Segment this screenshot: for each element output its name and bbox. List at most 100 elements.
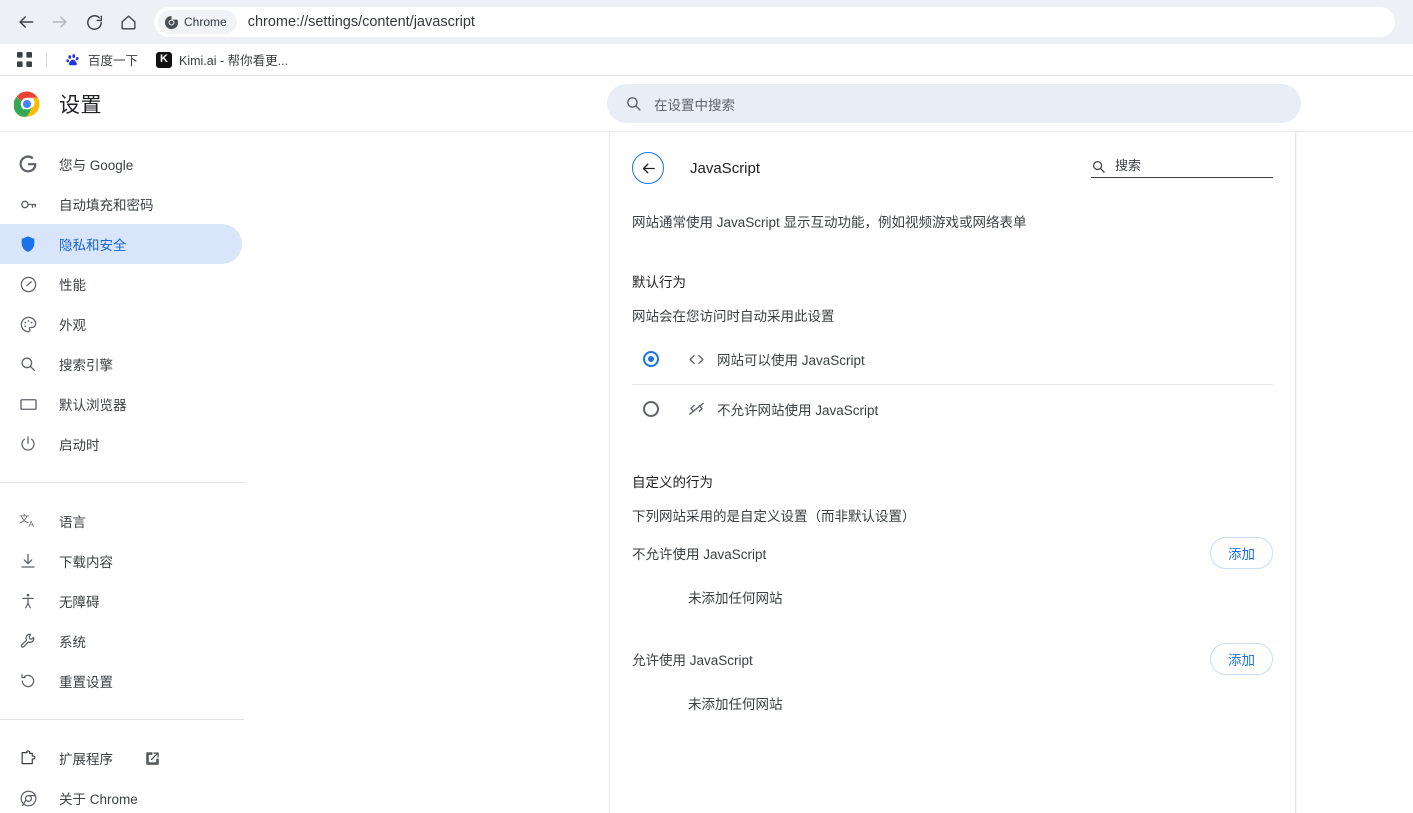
radio-option-block-javascript[interactable]: 不允许网站使用 JavaScript [632, 383, 1273, 433]
sidebar-item-label: 搜索引擎 [59, 358, 113, 373]
wrench-icon [18, 631, 38, 651]
chrome-icon [164, 15, 179, 29]
settings-body: 您与 Google 自动填充和密码 隐私和安全 性能 外观 搜索引擎 默认浏览器… [0, 132, 1413, 813]
sidebar-item-label: 自动填充和密码 [59, 198, 154, 213]
bookmark-label: 百度一下 [88, 54, 139, 68]
exception-empty-text: 未添加任何网站 [688, 696, 783, 712]
sidebar-item-label: 语言 [59, 515, 86, 530]
sidebar-item-label: 扩展程序 [59, 752, 113, 767]
settings-search-input[interactable]: 在设置中搜索 [607, 84, 1301, 123]
radio-button[interactable] [643, 351, 659, 368]
forward-button[interactable] [44, 6, 76, 38]
browser-window-icon [18, 394, 38, 414]
sidebar-item-extensions[interactable]: 扩展程序 [0, 738, 242, 778]
bookmark-item[interactable]: 百度一下 [57, 48, 146, 72]
default-behavior-radio-group: 网站可以使用 JavaScript 不允许网站使用 JavaScript [632, 335, 1273, 433]
exception-group-title: 允许使用 JavaScript [632, 652, 753, 668]
kimi-favicon: K [156, 51, 173, 68]
code-icon [686, 349, 706, 369]
panel-title: JavaScript [690, 159, 761, 177]
panel-search-input[interactable]: 搜索 [1091, 158, 1273, 178]
palette-icon [18, 314, 38, 334]
sidebar-divider [0, 482, 244, 483]
sidebar-item-label: 性能 [59, 278, 86, 293]
kimi-favicon-letter: K [160, 53, 168, 65]
settings-header: 设置 在设置中搜索 [0, 76, 1413, 132]
default-behavior-heading: 默认行为 [632, 274, 686, 290]
chrome-outline-icon [18, 788, 38, 808]
back-arrow-icon [19, 16, 34, 28]
settings-content: JavaScript 搜索 网站通常使用 JavaScript 显示互动功能，例… [610, 132, 1413, 813]
sidebar-item-downloads[interactable]: 下载内容 [0, 541, 242, 581]
sidebar-item-you-and-google[interactable]: 您与 Google [0, 144, 242, 184]
sidebar-item-label: 重置设置 [59, 675, 113, 690]
sidebar-item-label: 无障碍 [59, 595, 100, 610]
sidebar-item-label: 下载内容 [59, 555, 113, 570]
add-site-button[interactable]: 添加 [1210, 536, 1273, 569]
bookmark-label: Kimi.ai - 帮你看更... [179, 54, 289, 68]
apps-grid-icon [16, 52, 32, 67]
baidu-favicon [65, 52, 81, 68]
add-site-button[interactable]: 添加 [1210, 642, 1273, 675]
exception-group-block: 允许使用 JavaScript 添加 未添加任何网站 [632, 631, 1273, 713]
bookmarks-divider [46, 51, 47, 68]
back-button[interactable] [10, 6, 42, 38]
sidebar-item-system[interactable]: 系统 [0, 621, 242, 661]
omnibox[interactable]: Chrome chrome://settings/content/javascr… [154, 7, 1395, 37]
radio-option-allow-javascript[interactable]: 网站可以使用 JavaScript [632, 335, 1273, 384]
javascript-description: 网站通常使用 JavaScript 显示互动功能，例如视频游戏或网络表单 [632, 215, 1027, 230]
page-title: 设置 [59, 93, 102, 117]
browser-toolbar: Chrome chrome://settings/content/javascr… [0, 0, 1413, 44]
bookmark-item[interactable]: K Kimi.ai - 帮你看更... [148, 48, 296, 72]
reload-button[interactable] [78, 6, 110, 38]
radio-option-label: 网站可以使用 JavaScript [717, 353, 865, 369]
sidebar-item-performance[interactable]: 性能 [0, 264, 242, 304]
exception-group-title: 不允许使用 JavaScript [632, 546, 767, 562]
panel-header: JavaScript 搜索 [632, 132, 1273, 190]
home-icon [120, 14, 136, 30]
sidebar-item-appearance[interactable]: 外观 [0, 304, 242, 344]
speedometer-icon [18, 274, 38, 294]
sidebar-item-accessibility[interactable]: 无障碍 [0, 581, 242, 621]
chrome-logo-icon [14, 91, 40, 117]
settings-sidebar: 您与 Google 自动填充和密码 隐私和安全 性能 外观 搜索引擎 默认浏览器… [0, 132, 610, 813]
sidebar-item-reset-settings[interactable]: 重置设置 [0, 661, 242, 701]
home-button[interactable] [112, 6, 144, 38]
sidebar-item-about-chrome[interactable]: 关于 Chrome [0, 778, 242, 813]
panel-search-placeholder: 搜索 [1115, 158, 1142, 174]
restore-icon [18, 671, 38, 691]
sidebar-item-label: 默认浏览器 [59, 398, 127, 413]
sidebar-item-languages[interactable]: 文 A 语言 [0, 501, 242, 541]
power-icon [18, 434, 38, 454]
custom-behavior-subtitle: 下列网站采用的是自定义设置（而非默认设置） [632, 508, 916, 524]
bookmarks-bar: 百度一下 K Kimi.ai - 帮你看更... [0, 44, 1413, 76]
exception-group-block: 不允许使用 JavaScript 添加 未添加任何网站 [632, 525, 1273, 607]
sidebar-item-on-startup[interactable]: 启动时 [0, 424, 242, 464]
radio-button[interactable] [643, 400, 659, 417]
puzzle-icon [18, 748, 38, 768]
settings-brand[interactable]: 设置 [14, 89, 607, 119]
omnibox-url-text: chrome://settings/content/javascript [247, 14, 475, 30]
radio-option-label: 不允许网站使用 JavaScript [717, 402, 879, 418]
sidebar-item-label: 关于 Chrome [59, 792, 138, 807]
default-behavior-subtitle: 网站会在您访问时自动采用此设置 [632, 308, 835, 324]
sidebar-item-autofill-passwords[interactable]: 自动填充和密码 [0, 184, 242, 224]
sidebar-item-label: 隐私和安全 [59, 238, 127, 253]
search-icon [627, 97, 641, 111]
omnibox-chip-label: Chrome [184, 15, 227, 29]
translate-icon: 文 A [18, 511, 38, 531]
sidebar-divider [0, 719, 244, 720]
download-icon [18, 551, 38, 571]
sidebar-item-search-engine[interactable]: 搜索引擎 [0, 344, 242, 384]
external-link-icon [144, 750, 160, 766]
custom-behavior-heading: 自定义的行为 [632, 474, 713, 490]
svg-text:A: A [28, 520, 34, 529]
panel-back-button[interactable] [632, 152, 664, 184]
baidu-paw-icon [66, 53, 79, 65]
sidebar-item-label: 启动时 [59, 438, 100, 453]
exception-group-header: 不允许使用 JavaScript 添加 [632, 525, 1273, 581]
back-arrow-icon [642, 163, 655, 173]
sidebar-item-default-browser[interactable]: 默认浏览器 [0, 384, 242, 424]
apps-grid-button[interactable] [10, 47, 38, 73]
sidebar-item-privacy-security[interactable]: 隐私和安全 [0, 224, 242, 264]
